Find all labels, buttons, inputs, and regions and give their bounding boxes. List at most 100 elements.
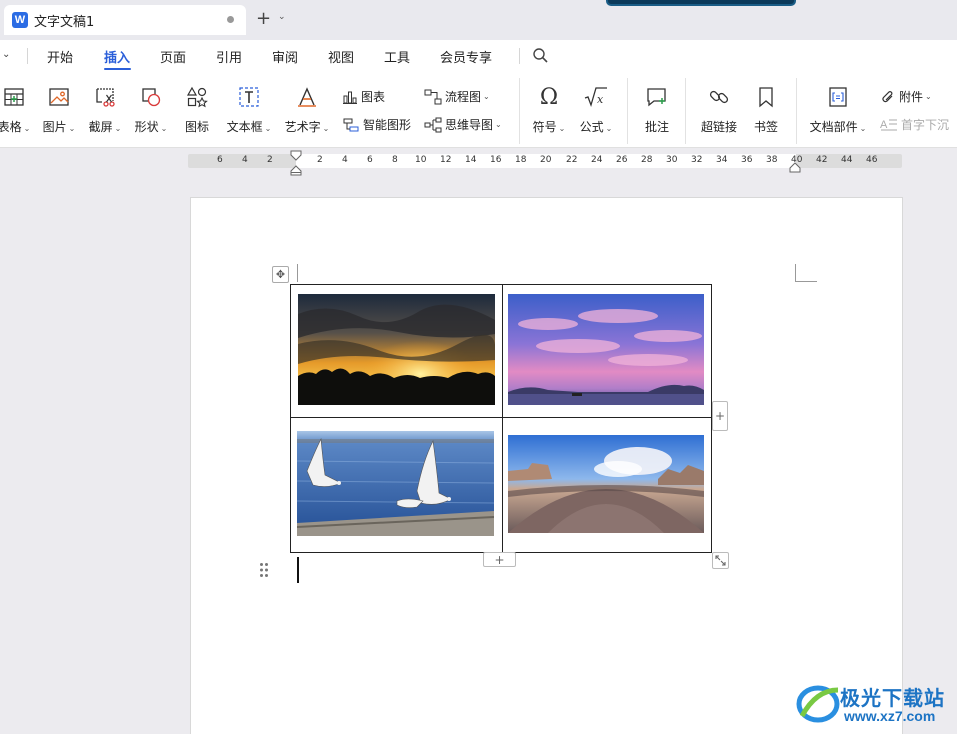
ruler-number: 16 [490, 155, 502, 165]
sqrt-icon: x [576, 84, 616, 110]
ribbon-divider [685, 78, 686, 144]
ruler-number: 24 [591, 155, 603, 165]
picture-icon [40, 84, 78, 110]
floating-bar [606, 0, 796, 6]
icon-button[interactable]: 图标 [180, 84, 214, 135]
scissors-icon [86, 84, 124, 110]
flowchart-button[interactable]: 流程图 ⌄ [424, 88, 490, 105]
icon-label: 图标 [184, 120, 209, 134]
table-resize-icon[interactable] [712, 552, 729, 569]
flowchart-icon [424, 89, 442, 105]
paperclip-icon [880, 89, 896, 105]
ruler-number: 46 [866, 155, 878, 165]
ribbon-divider [796, 78, 797, 144]
new-tab-button[interactable]: + [256, 9, 271, 29]
textbox-button[interactable]: 文本框 ⌄ [224, 84, 274, 135]
margin-corner-mark [297, 264, 298, 282]
ruler-number: 44 [841, 155, 853, 165]
wordart-label: 艺术字 [284, 120, 321, 134]
smartart-button[interactable]: 智能图形 [342, 116, 411, 133]
hyperlink-button[interactable]: 超链接 [698, 84, 740, 135]
comment-button[interactable]: 批注 [640, 84, 674, 135]
table-row-border [291, 417, 711, 418]
shape-icon [132, 84, 170, 110]
paragraph-drag-handle-icon[interactable] [259, 562, 269, 581]
ruler-number: 4 [242, 155, 248, 165]
mindmap-icon [424, 117, 442, 133]
bookmark-button[interactable]: 书签 [750, 84, 782, 135]
mindmap-dropdown-icon[interactable]: ⌄ [495, 120, 502, 129]
ruler-number: 18 [515, 155, 527, 165]
menu-view[interactable]: 视图 [328, 47, 354, 66]
docparts-icon [808, 84, 868, 110]
docparts-button[interactable]: 文档部件 ⌄ [808, 84, 868, 135]
sunset-photo[interactable] [298, 294, 495, 405]
seagulls-photo[interactable] [297, 431, 494, 536]
menu-home[interactable]: 开始 [47, 47, 73, 66]
attachment-button[interactable]: 附件 ⌄ [880, 88, 932, 105]
table-move-handle-icon[interactable]: ✥ [272, 266, 289, 283]
hyperlink-label: 超链接 [700, 120, 737, 134]
shape-button[interactable]: 形状 ⌄ [132, 84, 170, 135]
bookmark-label: 书签 [753, 120, 778, 134]
ruler-number: 34 [716, 155, 728, 165]
ruler-number: 6 [367, 155, 373, 165]
image-table[interactable] [290, 284, 712, 553]
wordart-icon [282, 84, 332, 110]
picture-label: 图片 [42, 120, 67, 134]
symbol-button[interactable]: Ω 符号 ⌄ [530, 84, 568, 135]
ruler-number: 4 [342, 155, 348, 165]
add-column-button[interactable]: + [712, 401, 728, 431]
menu-tools[interactable]: 工具 [384, 47, 410, 66]
wps-writer-logo-icon: W [12, 12, 28, 28]
ruler-number: 6 [217, 155, 223, 165]
dropcap-icon: A [880, 117, 898, 133]
link-icon [698, 84, 740, 110]
panorama-photo[interactable] [508, 435, 704, 533]
menu-insert[interactable]: 插入 [104, 47, 130, 66]
active-tab-indicator [104, 68, 131, 70]
new-tab-dropdown-icon[interactable]: ⌄ [278, 12, 286, 22]
ruler-number: 22 [566, 155, 578, 165]
menu-review[interactable]: 审阅 [272, 47, 298, 66]
ruler-number: 38 [766, 155, 778, 165]
formula-label: 公式 [579, 120, 604, 134]
ruler-number: 2 [317, 155, 323, 165]
bookmark-icon [750, 84, 782, 110]
docparts-label: 文档部件 [809, 120, 858, 134]
dropcap-label: 首字下沉 [901, 118, 950, 132]
ruler-number: 28 [641, 155, 653, 165]
ruler-number: 2 [267, 155, 273, 165]
add-row-button[interactable]: + [483, 552, 516, 567]
formula-button[interactable]: x 公式 ⌄ [576, 84, 616, 135]
ruler-number: 8 [392, 155, 398, 165]
menu-bar: ⌄ 开始 插入 页面 引用 审阅 视图 工具 会员专享 [0, 40, 957, 72]
ruler-number: 10 [415, 155, 427, 165]
ruler-number: 20 [540, 155, 552, 165]
watermark-brand: 极光下载站 [840, 686, 945, 710]
search-icon[interactable] [532, 47, 549, 67]
menu-page[interactable]: 页面 [160, 47, 186, 66]
dropcap-button[interactable]: A 首字下沉 [880, 116, 949, 133]
unsaved-dot-icon[interactable] [227, 16, 234, 23]
textbox-label: 文本框 [226, 120, 263, 134]
watermark-logo-icon [796, 685, 840, 723]
collapse-ribbon-icon[interactable]: ⌄ [2, 49, 10, 60]
menu-references[interactable]: 引用 [216, 47, 242, 66]
menu-member[interactable]: 会员专享 [440, 47, 492, 66]
mindmap-button[interactable]: 思维导图 ⌄ [424, 116, 502, 133]
wordart-button[interactable]: 艺术字 ⌄ [282, 84, 332, 135]
text-cursor [297, 557, 299, 583]
screenshot-button[interactable]: 截屏 ⌄ [86, 84, 124, 135]
first-line-indent-marker[interactable] [290, 150, 302, 179]
menu-divider [519, 48, 520, 64]
flowchart-dropdown-icon[interactable]: ⌄ [483, 92, 490, 101]
right-indent-marker[interactable] [789, 160, 801, 177]
table-label: 表格 [0, 120, 22, 134]
table-button[interactable]: 表格 ⌄ [0, 84, 32, 135]
screenshot-label: 截屏 [88, 120, 113, 134]
pink-sky-photo[interactable] [508, 294, 704, 405]
picture-button[interactable]: 图片 ⌄ [40, 84, 78, 135]
document-tab[interactable]: W 文字文稿1 [4, 5, 246, 35]
chart-button[interactable]: 图表 [342, 88, 385, 105]
